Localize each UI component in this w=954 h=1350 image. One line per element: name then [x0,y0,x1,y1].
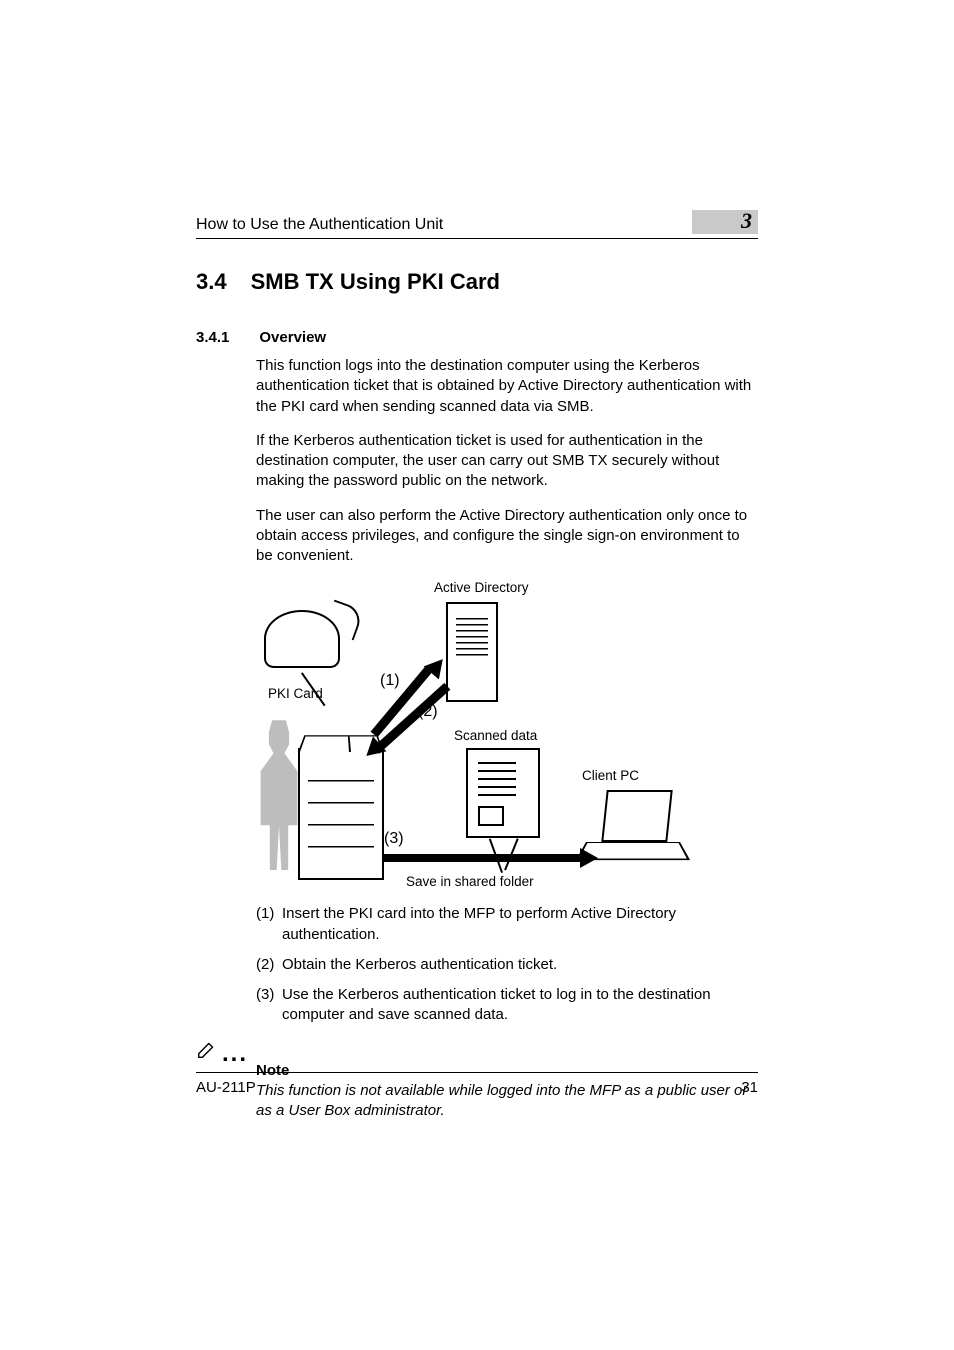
step-3-num: (3) [256,985,282,1026]
arrow-3-icon [384,854,584,862]
document-icon [466,748,540,838]
step-3: (3) Use the Kerberos authentication tick… [256,985,758,1026]
diagram: Active Directory PKI Card Scanned data C… [256,580,686,890]
pencil-icon [196,1038,218,1060]
label-save-caption: Save in shared folder [406,874,534,889]
laptop-icon [586,790,676,868]
step-2-text: Obtain the Kerberos authentication ticke… [282,955,557,975]
subsection-heading: 3.4.1 Overview [196,329,758,346]
arrow-label-1: (1) [380,672,400,690]
step-list: (1) Insert the PKI card into the MFP to … [256,904,758,1025]
step-3-text: Use the Kerberos authentication ticket t… [282,985,758,1026]
note-icon-row: ... [196,1038,758,1060]
subsection-title: Overview [259,329,326,346]
running-header: How to Use the Authentication Unit 3 [196,210,758,239]
paragraph-3: The user can also perform the Active Dir… [256,506,758,567]
step-2: (2) Obtain the Kerberos authentication t… [256,955,758,975]
page-footer: AU-211P 31 [196,1072,758,1096]
footer-page-number: 31 [741,1079,758,1096]
paragraph-1: This function logs into the destination … [256,356,758,417]
chapter-number-tab: 3 [692,210,758,234]
label-active-directory: Active Directory [434,580,529,595]
paragraph-2: If the Kerberos authentication ticket is… [256,431,758,492]
running-header-title: How to Use the Authentication Unit [196,216,443,234]
person-icon [256,720,302,870]
footer-model: AU-211P [196,1079,256,1096]
arrow-label-3: (3) [384,830,404,848]
step-2-num: (2) [256,955,282,975]
label-scanned-data: Scanned data [454,728,537,743]
mfp-icon [298,748,384,880]
step-1-num: (1) [256,904,282,945]
step-1-text: Insert the PKI card into the MFP to perf… [282,904,758,945]
laptop-screen-icon [601,790,672,842]
label-client-pc: Client PC [582,768,639,783]
card-reader-icon [264,610,340,668]
note-dots-icon: ... [222,1048,248,1060]
arrow-3-head-icon [580,848,598,868]
section-heading: 3.4 SMB TX Using PKI Card [196,269,758,295]
section-title: SMB TX Using PKI Card [251,269,500,295]
subsection-number: 3.4.1 [196,329,229,346]
server-icon [446,602,498,702]
step-1: (1) Insert the PKI card into the MFP to … [256,904,758,945]
section-number: 3.4 [196,269,227,295]
